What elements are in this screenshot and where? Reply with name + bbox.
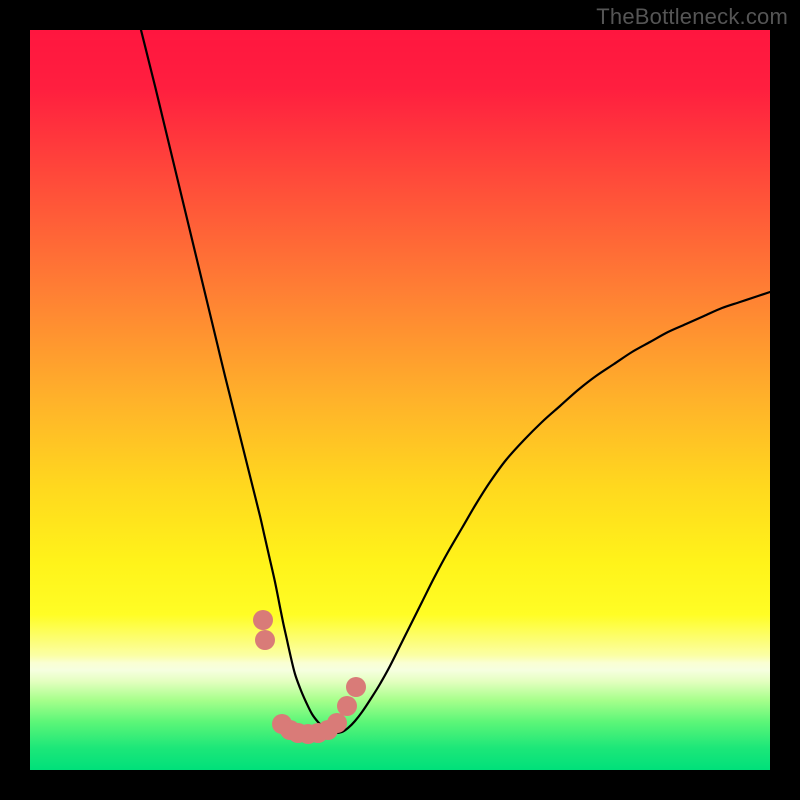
data-marker <box>255 630 275 650</box>
markers-group <box>253 610 366 744</box>
data-marker <box>253 610 273 630</box>
bottleneck-curve <box>30 30 770 770</box>
curve-path <box>141 30 770 733</box>
data-marker <box>337 696 357 716</box>
attribution-text: TheBottleneck.com <box>596 4 788 30</box>
data-marker <box>346 677 366 697</box>
plot-frame <box>30 30 770 770</box>
data-marker <box>327 713 347 733</box>
